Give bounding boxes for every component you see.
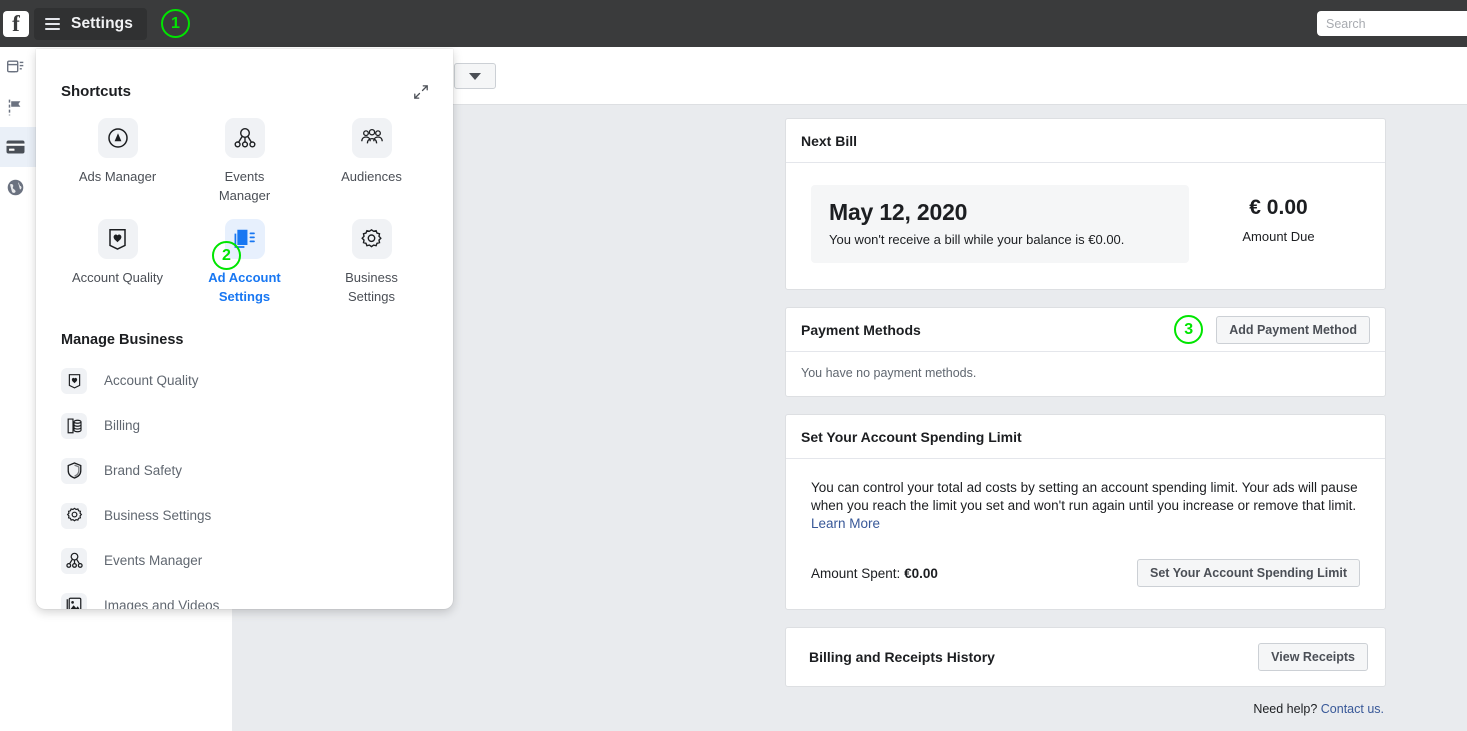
manage-item-images-and-videos[interactable]: Images and Videos — [36, 583, 453, 609]
events-manager-icon — [225, 118, 265, 158]
annotation-badge-3: 3 — [1174, 315, 1203, 344]
spending-limit-description: You can control your total ad costs by s… — [811, 480, 1358, 513]
shortcut-label: Audiences — [341, 167, 402, 186]
settings-dropdown-panel: Shortcuts Ads Manager — [36, 49, 453, 609]
shortcut-events-manager[interactable]: Events Manager — [181, 114, 308, 205]
payment-methods-title: Payment Methods — [801, 322, 921, 338]
spending-limit-body: You can control your total ad costs by s… — [786, 459, 1385, 609]
shortcut-ads-manager[interactable]: Ads Manager — [54, 114, 181, 205]
spending-limit-description-wrap: You can control your total ad costs by s… — [811, 479, 1360, 533]
spending-limit-row: Amount Spent: €0.00 Set Your Account Spe… — [811, 559, 1360, 587]
spending-limit-card: Set Your Account Spending Limit You can … — [785, 414, 1386, 610]
ad-layout-icon — [5, 57, 25, 77]
globe-icon — [5, 177, 25, 197]
next-bill-card: Next Bill May 12, 2020 You won't receive… — [785, 118, 1386, 290]
search-input[interactable] — [1317, 11, 1467, 36]
shortcut-label: Ads Manager — [79, 167, 156, 186]
page-root: A P P — [0, 0, 1467, 731]
billing-history-header: Billing and Receipts History View Receip… — [786, 628, 1385, 686]
shortcuts-heading: Shortcuts — [61, 83, 131, 100]
ads-manager-icon — [98, 118, 138, 158]
need-help-text: Need help? — [1253, 702, 1317, 716]
contact-us-link[interactable]: Contact us. — [1321, 702, 1384, 716]
manage-item-label: Events Manager — [104, 553, 202, 568]
manage-item-label: Billing — [104, 418, 140, 433]
amount-spent-label: Amount Spent: — [811, 566, 900, 581]
shortcut-label: Account Quality — [72, 268, 163, 287]
account-quality-icon — [98, 219, 138, 259]
amount-spent: Amount Spent: €0.00 — [811, 566, 938, 581]
payment-methods-header: Payment Methods 3 Add Payment Method — [786, 308, 1385, 352]
add-payment-method-button[interactable]: Add Payment Method — [1216, 316, 1370, 344]
events-manager-icon — [61, 548, 87, 574]
manage-item-account-quality[interactable]: Account Quality — [36, 358, 453, 403]
facebook-logo-icon[interactable] — [3, 11, 29, 37]
next-bill-amount-label: Amount Due — [1189, 229, 1368, 244]
hamburger-icon — [45, 18, 60, 30]
settings-button-label: Settings — [71, 15, 133, 33]
shortcut-label: Events Manager — [199, 167, 291, 205]
shortcut-audiences[interactable]: Audiences — [308, 114, 435, 205]
business-settings-icon — [352, 219, 392, 259]
credit-card-icon — [5, 137, 25, 157]
shortcuts-grid: Ads Manager Events Manager — [36, 100, 453, 306]
manage-item-business-settings[interactable]: Business Settings — [36, 493, 453, 538]
account-dropdown-button[interactable] — [454, 63, 496, 89]
next-bill-amount-block: € 0.00 Amount Due — [1189, 185, 1368, 244]
manage-business-list: Account Quality Billing — [36, 348, 453, 609]
manage-item-label: Business Settings — [104, 508, 211, 523]
next-bill-amount: € 0.00 — [1189, 196, 1368, 220]
spending-limit-title: Set Your Account Spending Limit — [801, 429, 1022, 445]
shortcut-label: Ad Account Settings — [199, 268, 291, 306]
billing-cards: Next Bill May 12, 2020 You won't receive… — [785, 118, 1386, 716]
brand-safety-icon — [61, 458, 87, 484]
next-bill-body: May 12, 2020 You won't receive a bill wh… — [786, 163, 1385, 289]
manage-item-brand-safety[interactable]: Brand Safety — [36, 448, 453, 493]
manage-item-billing[interactable]: Billing — [36, 403, 453, 448]
manage-business-heading: Manage Business — [36, 306, 453, 348]
payment-methods-empty-text: You have no payment methods. — [786, 352, 1385, 396]
view-receipts-button[interactable]: View Receipts — [1258, 643, 1368, 671]
billing-history-title: Billing and Receipts History — [809, 649, 995, 665]
set-spending-limit-button[interactable]: Set Your Account Spending Limit — [1137, 559, 1360, 587]
settings-menu-button[interactable]: Settings — [34, 8, 147, 40]
business-settings-icon — [61, 503, 87, 529]
top-bar: Settings 1 — [0, 0, 1467, 47]
manage-item-label: Images and Videos — [104, 598, 219, 609]
payment-methods-card: Payment Methods 3 Add Payment Method You… — [785, 307, 1386, 397]
search-box — [1317, 11, 1467, 36]
billing-history-card: Billing and Receipts History View Receip… — [785, 627, 1386, 687]
audiences-icon — [352, 118, 392, 158]
flag-icon — [5, 97, 25, 117]
footer-help: Need help? Contact us. — [785, 702, 1386, 716]
manage-item-label: Account Quality — [104, 373, 199, 388]
amount-spent-value: €0.00 — [904, 566, 938, 581]
next-bill-date: May 12, 2020 — [829, 199, 1171, 226]
shortcut-ad-account-settings[interactable]: Ad Account Settings — [181, 215, 308, 306]
spending-limit-header: Set Your Account Spending Limit — [786, 415, 1385, 459]
learn-more-link[interactable]: Learn More — [811, 516, 880, 531]
panel-header: Shortcuts — [36, 49, 453, 100]
images-and-videos-icon — [61, 593, 87, 610]
shortcut-account-quality[interactable]: Account Quality — [54, 215, 181, 306]
next-bill-date-box: May 12, 2020 You won't receive a bill wh… — [811, 185, 1189, 263]
chevron-down-icon — [469, 73, 481, 80]
next-bill-header: Next Bill — [786, 119, 1385, 163]
next-bill-note: You won't receive a bill while your bala… — [829, 232, 1171, 247]
billing-icon — [61, 413, 87, 439]
next-bill-title: Next Bill — [801, 133, 857, 149]
manage-item-label: Brand Safety — [104, 463, 182, 478]
annotation-badge-2: 2 — [212, 241, 241, 270]
annotation-badge-1: 1 — [161, 9, 190, 38]
account-quality-icon — [61, 368, 87, 394]
expand-diagonal-icon[interactable] — [413, 84, 429, 100]
shortcut-business-settings[interactable]: Business Settings — [308, 215, 435, 306]
manage-item-events-manager[interactable]: Events Manager — [36, 538, 453, 583]
shortcut-label: Business Settings — [326, 268, 418, 306]
